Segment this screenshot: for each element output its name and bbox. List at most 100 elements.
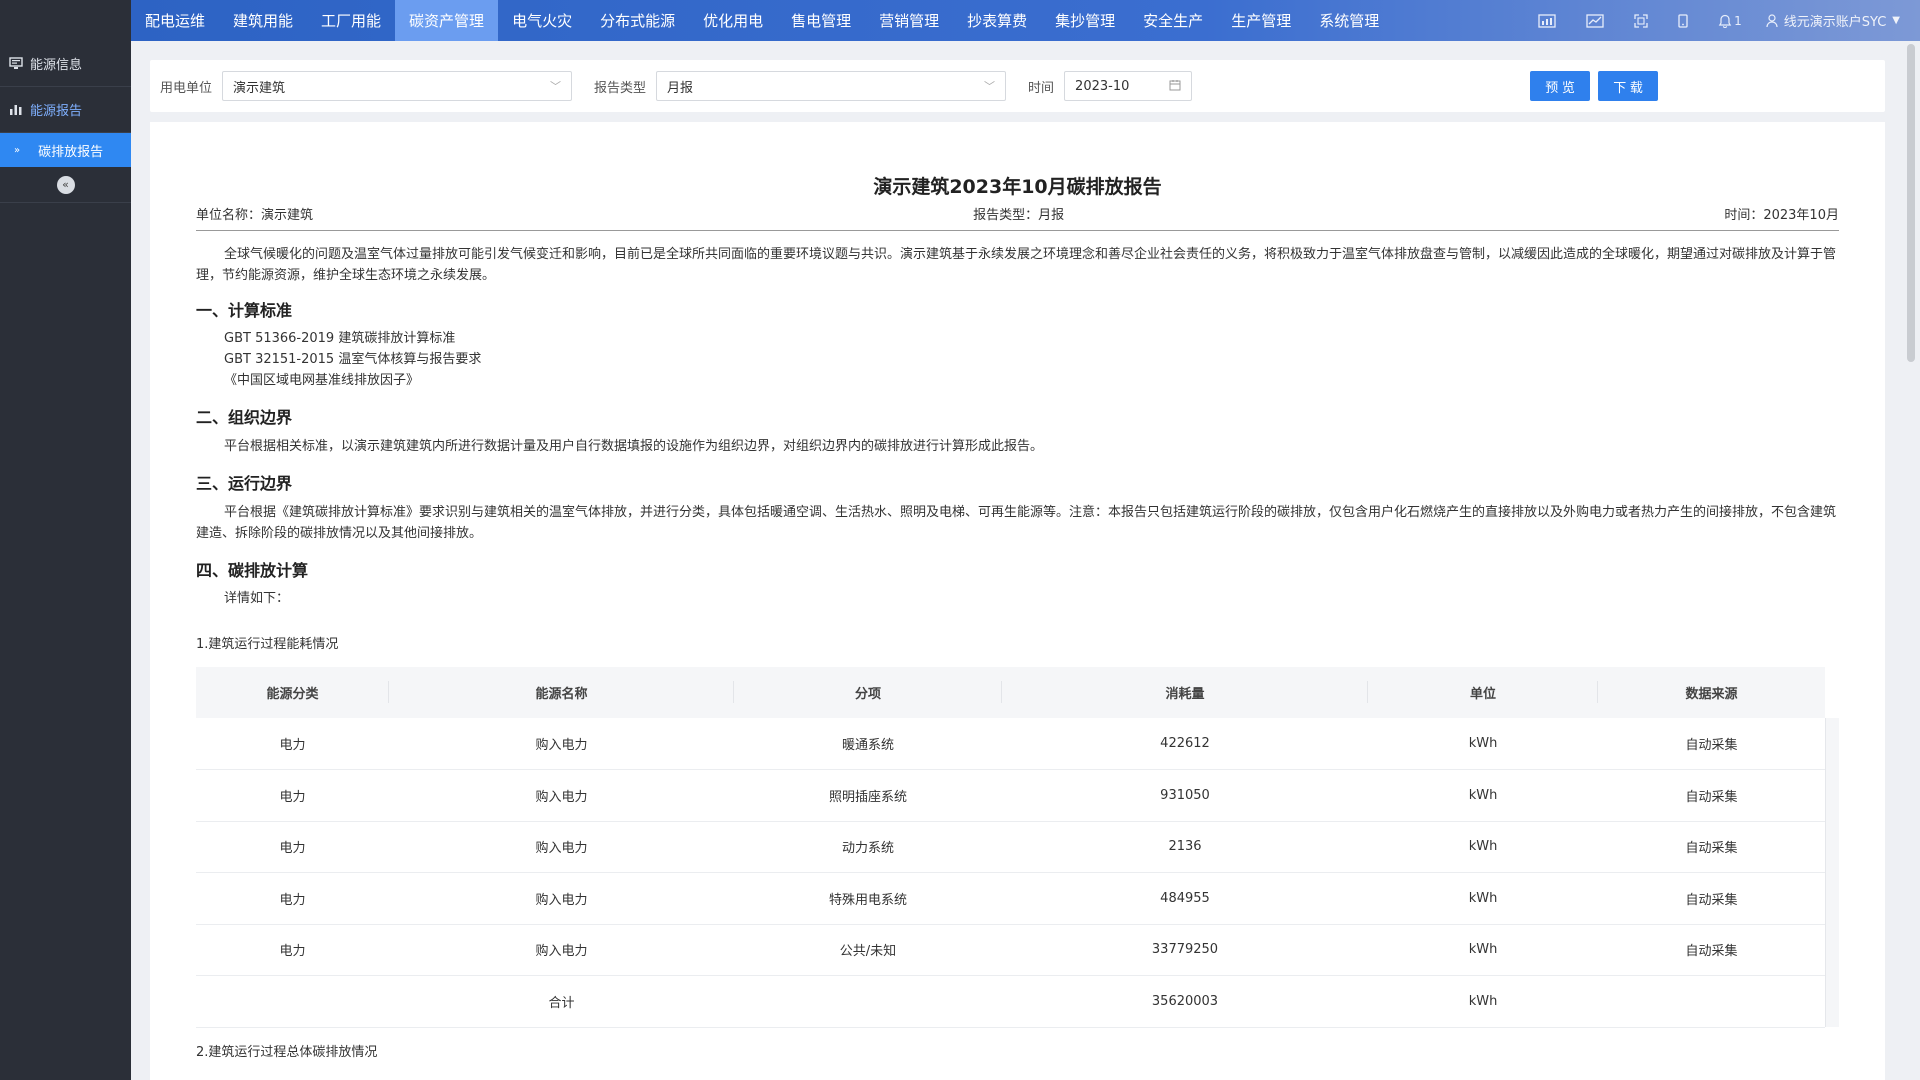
table-cell <box>734 975 1002 1028</box>
section-3-text: 平台根据《建筑碳排放计算标准》要求识别与建筑相关的温室气体排放，并进行分类，具体… <box>196 505 1837 541</box>
report-type-select[interactable]: 月报 ﹀ <box>656 71 1007 101</box>
energy-table-wrapper: 能源分类 能源名称 分项 消耗量 单位 数据来源 电力 购入电力 暖通系统 42… <box>196 667 1839 1028</box>
nav-item-meter-billing[interactable]: 抄表算费 <box>953 0 1041 41</box>
table-cell: 暖通系统 <box>734 718 1002 770</box>
table-cell: 自动采集 <box>1598 718 1825 770</box>
table-cell: kWh <box>1368 975 1598 1028</box>
table-cell: 电力 <box>196 872 389 925</box>
report-meta: 单位名称：演示建筑 报告类型：月报 时间：2023年10月 <box>196 207 1839 231</box>
table-scrollbar[interactable] <box>1825 718 1839 1027</box>
nav-item-power-sales[interactable]: 售电管理 <box>777 0 865 41</box>
table-cell: 公共/未知 <box>734 924 1002 976</box>
sidebar-subitem-carbon-report[interactable]: » 碳排放报告 <box>0 133 131 167</box>
report-panel: 演示建筑2023年10月碳排放报告 单位名称：演示建筑 报告类型：月报 时间：2… <box>150 122 1885 1080</box>
double-chevron-left-icon[interactable]: « <box>56 175 75 194</box>
month-picker-value: 2023-10 <box>1075 78 1130 94</box>
column-header: 单位 <box>1368 667 1598 718</box>
table-cell <box>1598 975 1825 1028</box>
column-header: 消耗量 <box>1002 667 1368 718</box>
user-icon <box>1766 13 1778 28</box>
chart-screen-icon[interactable] <box>1586 13 1604 28</box>
table-cell: kWh <box>1368 924 1598 976</box>
bell-icon[interactable]: 1 <box>1718 14 1742 28</box>
sidebar: 能源信息 能源报告 » 碳排放报告 « <box>0 0 131 1080</box>
section-4-title: 四、碳排放计算 <box>196 561 309 580</box>
table-total-row: 合计 35620003 kWh <box>196 975 1825 1028</box>
monitor-icon <box>8 56 24 72</box>
table-row: 电力 购入电力 照明插座系统 931050 kWh 自动采集 <box>196 769 1825 822</box>
preview-button[interactable]: 预 览 <box>1530 71 1591 101</box>
table-header-row: 能源分类 能源名称 分项 消耗量 单位 数据来源 <box>196 667 1825 718</box>
table-cell: 购入电力 <box>389 924 734 976</box>
section-1-title: 一、计算标准 <box>196 301 293 320</box>
meta-time: 时间：2023年10月 <box>1724 208 1839 223</box>
standards-list: GBT 51366-2019 建筑碳排放计算标准 GBT 32151-2015 … <box>196 328 481 391</box>
nav-item-optimize-power[interactable]: 优化用电 <box>689 0 777 41</box>
table-cell: 电力 <box>196 769 389 822</box>
caret-down-icon: ▼ <box>1892 15 1900 26</box>
sidebar-collapse: « <box>0 167 131 203</box>
filter-bar: 用电单位 演示建筑 ﹀ 报告类型 月报 ﹀ 时间 2023-10 预 览 下 载 <box>150 60 1885 112</box>
page-scrollbar[interactable] <box>1907 44 1915 362</box>
table-row: 电力 购入电力 特殊用电系统 484955 kWh 自动采集 <box>196 872 1825 925</box>
section-4-text: 详情如下： <box>224 591 290 606</box>
table-cell: 购入电力 <box>389 718 734 770</box>
calendar-icon <box>1169 79 1181 94</box>
table-cell: 2136 <box>1002 821 1368 873</box>
nav-item-electrical-fire[interactable]: 电气火灾 <box>498 0 586 41</box>
table-cell: 自动采集 <box>1598 821 1825 873</box>
table-row: 电力 购入电力 暖通系统 422612 kWh 自动采集 <box>196 718 1825 770</box>
fullscreen-icon[interactable] <box>1634 13 1648 28</box>
section-2-text: 平台根据相关标准，以演示建筑建筑内所进行数据计量及用户自行数据填报的设施作为组织… <box>224 439 1044 454</box>
chevron-down-icon: ﹀ <box>984 80 996 93</box>
table-cell: 35620003 <box>1002 975 1368 1028</box>
user-menu[interactable]: 线元演示账户SYC ▼ <box>1766 11 1900 30</box>
nav-item-factory-energy[interactable]: 工厂用能 <box>307 0 395 41</box>
dashboard-icon[interactable] <box>1538 13 1556 28</box>
bar-chart-icon <box>8 102 24 118</box>
standard-item: 《中国区域电网基准线排放因子》 <box>224 373 420 388</box>
nav-item-carbon-assets[interactable]: 碳资产管理 <box>395 0 499 41</box>
nav-item-distributed-energy[interactable]: 分布式能源 <box>586 0 689 41</box>
subsection-2-title: 2.建筑运行过程总体碳排放情况 <box>196 1045 378 1060</box>
nav-item-building-energy[interactable]: 建筑用能 <box>219 0 307 41</box>
table-cell: 特殊用电系统 <box>734 872 1002 925</box>
intro-paragraph: 全球气候暖化的问题及温室气体过量排放可能引发气候变迁和影响，目前已是全球所共同面… <box>196 247 1837 283</box>
column-header: 能源分类 <box>196 667 389 718</box>
nav-item-distribution[interactable]: 配电运维 <box>131 0 219 41</box>
sidebar-item-energy-report[interactable]: 能源报告 <box>0 87 131 133</box>
top-navigation: 配电运维 建筑用能 工厂用能 碳资产管理 电气火灾 分布式能源 优化用电 售电管… <box>131 0 1920 41</box>
nav-item-safety[interactable]: 安全生产 <box>1129 0 1217 41</box>
standard-item: GBT 32151-2015 温室气体核算与报告要求 <box>224 352 482 367</box>
nav-item-production[interactable]: 生产管理 <box>1217 0 1305 41</box>
column-header: 能源名称 <box>389 667 734 718</box>
table-cell: kWh <box>1368 821 1598 873</box>
section-2-title: 二、组织边界 <box>196 408 293 427</box>
bullet-icon: » <box>14 144 21 156</box>
mobile-icon[interactable] <box>1678 13 1688 28</box>
sidebar-item-label: 能源信息 <box>30 58 83 73</box>
sidebar-header <box>0 0 131 41</box>
table-cell: 自动采集 <box>1598 924 1825 976</box>
report-type-label: 报告类型 <box>594 80 647 96</box>
sidebar-item-energy-info[interactable]: 能源信息 <box>0 41 131 87</box>
column-header: 分项 <box>734 667 1002 718</box>
table-cell: 合计 <box>389 975 734 1028</box>
table-row: 电力 购入电力 公共/未知 33779250 kWh 自动采集 <box>196 924 1825 976</box>
table-cell: 电力 <box>196 821 389 873</box>
report-title: 演示建筑2023年10月碳排放报告 <box>873 176 1162 198</box>
table-row: 电力 购入电力 动力系统 2136 kWh 自动采集 <box>196 821 1825 873</box>
table-cell: 电力 <box>196 718 389 770</box>
nav-item-system[interactable]: 系统管理 <box>1305 0 1393 41</box>
table-cell: 购入电力 <box>389 872 734 925</box>
sidebar-item-label: 能源报告 <box>30 104 83 119</box>
table-cell: 931050 <box>1002 769 1368 822</box>
notification-count: 1 <box>1734 13 1742 28</box>
month-picker[interactable]: 2023-10 <box>1064 71 1193 101</box>
download-button[interactable]: 下 载 <box>1598 71 1659 101</box>
unit-select[interactable]: 演示建筑 ﹀ <box>222 71 573 101</box>
nav-item-marketing[interactable]: 营销管理 <box>865 0 953 41</box>
nav-item-collection[interactable]: 集抄管理 <box>1041 0 1129 41</box>
table-cell: 动力系统 <box>734 821 1002 873</box>
meta-unit: 单位名称：演示建筑 <box>196 208 314 223</box>
